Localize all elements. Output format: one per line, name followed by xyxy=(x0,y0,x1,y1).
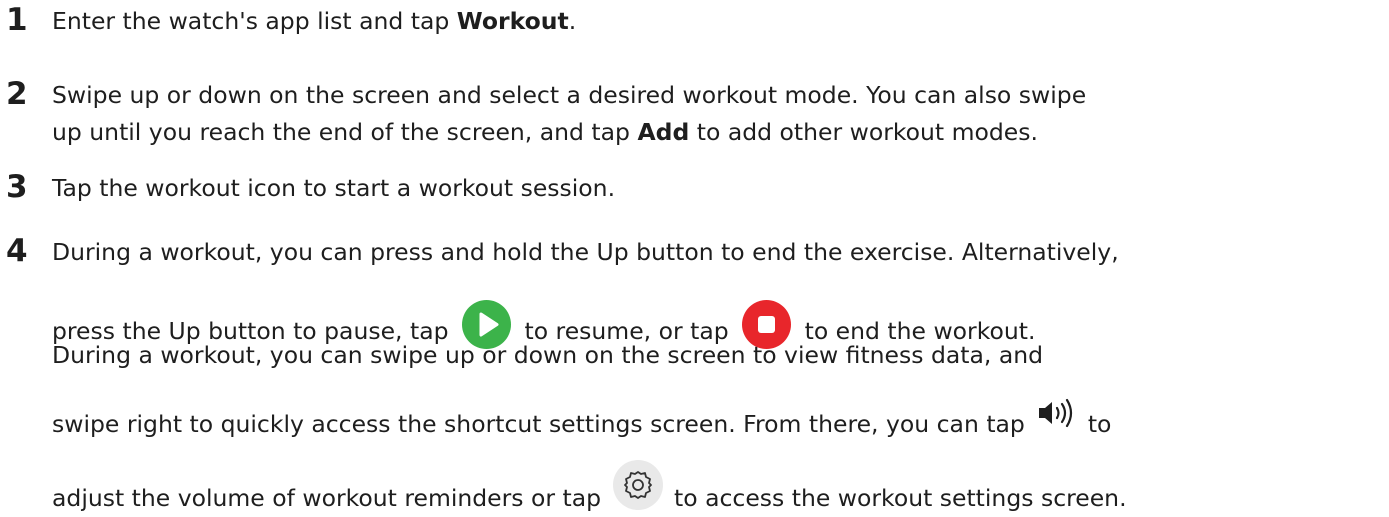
text-segment: to xyxy=(1087,410,1112,438)
text-segment: . xyxy=(568,7,577,35)
step-text: During a workout, you can press and hold… xyxy=(52,238,1119,266)
bold-term-add: Add xyxy=(637,118,690,146)
volume-icon xyxy=(1037,398,1075,428)
step-number: 1 xyxy=(6,2,28,38)
text-segment: adjust the volume of workout reminders o… xyxy=(52,484,602,512)
text-segment: to access the workout settings screen. xyxy=(674,484,1127,512)
step-text: up until you reach the end of the screen… xyxy=(52,117,1038,147)
text-segment: swipe right to quickly access the shortc… xyxy=(52,410,1025,438)
bold-term-workout: Workout xyxy=(456,7,569,35)
text-segment: Enter the watch's app list and tap xyxy=(52,7,457,35)
step-text: swipe right to quickly access the shortc… xyxy=(52,398,1111,439)
text-segment: up until you reach the end of the screen… xyxy=(52,118,638,146)
step-number: 2 xyxy=(6,76,28,112)
step-text: Swipe up or down on the screen and selec… xyxy=(52,81,1087,109)
text-segment: to add other workout modes. xyxy=(689,118,1038,146)
gear-icon xyxy=(612,460,663,510)
step-text: During a workout, you can swipe up or do… xyxy=(52,341,1044,369)
step-number: 3 xyxy=(6,169,28,205)
step-text: Tap the workout icon to start a workout … xyxy=(52,174,616,202)
step-number: 4 xyxy=(6,233,28,269)
step-text: adjust the volume of workout reminders o… xyxy=(52,460,1127,513)
step-text: Enter the watch's app list and tap Worko… xyxy=(52,6,576,36)
